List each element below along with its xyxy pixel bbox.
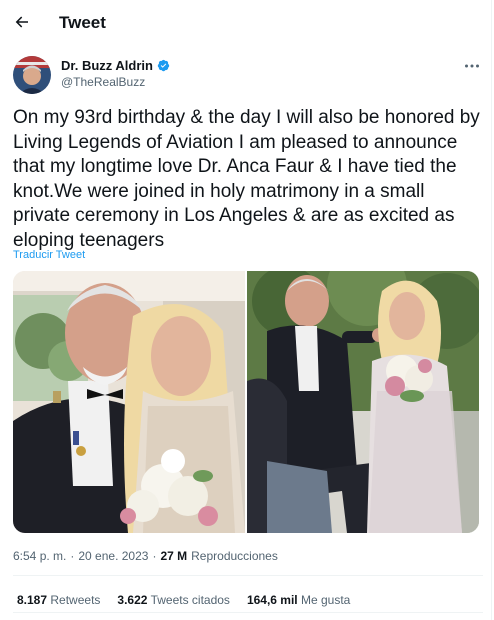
avatar-image <box>13 56 51 94</box>
quotes-label: Tweets citados <box>150 593 230 607</box>
tweet-text: On my 93rd birthday & the day I will als… <box>13 107 480 251</box>
more-options-button[interactable] <box>461 57 483 75</box>
more-horizontal-icon <box>465 64 479 68</box>
likes-count: 164,6 mil <box>246 593 298 607</box>
avatar[interactable] <box>13 56 51 94</box>
retweets-label: Retweets <box>50 593 101 607</box>
photo-couple-portrait[interactable] <box>13 271 245 533</box>
engagement-stats: 8.187 Retweets 3.622 Tweets citados 164,… <box>17 593 350 607</box>
top-bar: Tweet <box>0 0 494 46</box>
likes-stat[interactable]: 164,6 mil Me gusta <box>247 593 350 607</box>
photo-ceremony[interactable] <box>247 271 479 533</box>
retweets-stat[interactable]: 8.187 Retweets <box>17 593 100 607</box>
views-count: 27 M <box>160 549 188 563</box>
author-handle[interactable]: @TheRealBuzz <box>61 75 145 89</box>
quotes-count: 3.622 <box>117 593 148 607</box>
likes-label: Me gusta <box>300 593 351 607</box>
photo-ceremony-image <box>247 271 479 533</box>
page-title: Tweet <box>59 13 106 32</box>
retweets-count: 8.187 <box>17 593 48 607</box>
back-button[interactable] <box>11 11 33 33</box>
meta-separator: · <box>152 549 157 563</box>
author-name[interactable]: Dr. Buzz Aldrin <box>61 58 153 73</box>
tweet-meta: 6:54 p. m. · 20 ene. 2023 · 27 M Reprodu… <box>13 549 278 563</box>
meta-separator: · <box>70 549 75 563</box>
arrow-left-icon <box>15 16 28 28</box>
views-label: Reproducciones <box>191 549 278 563</box>
translate-tweet-link[interactable]: Traducir Tweet <box>13 249 85 261</box>
photo-couple-portrait-image <box>13 271 245 533</box>
tweet-time[interactable]: 6:54 p. m. <box>13 549 66 563</box>
divider <box>13 612 483 613</box>
quote-tweets-stat[interactable]: 3.622 Tweets citados <box>117 593 230 607</box>
divider <box>13 575 483 576</box>
media-grid <box>13 271 479 533</box>
author-name-row: Dr. Buzz Aldrin <box>61 58 170 73</box>
verified-badge-icon <box>157 59 170 72</box>
tweet-date[interactable]: 20 ene. 2023 <box>78 549 148 563</box>
